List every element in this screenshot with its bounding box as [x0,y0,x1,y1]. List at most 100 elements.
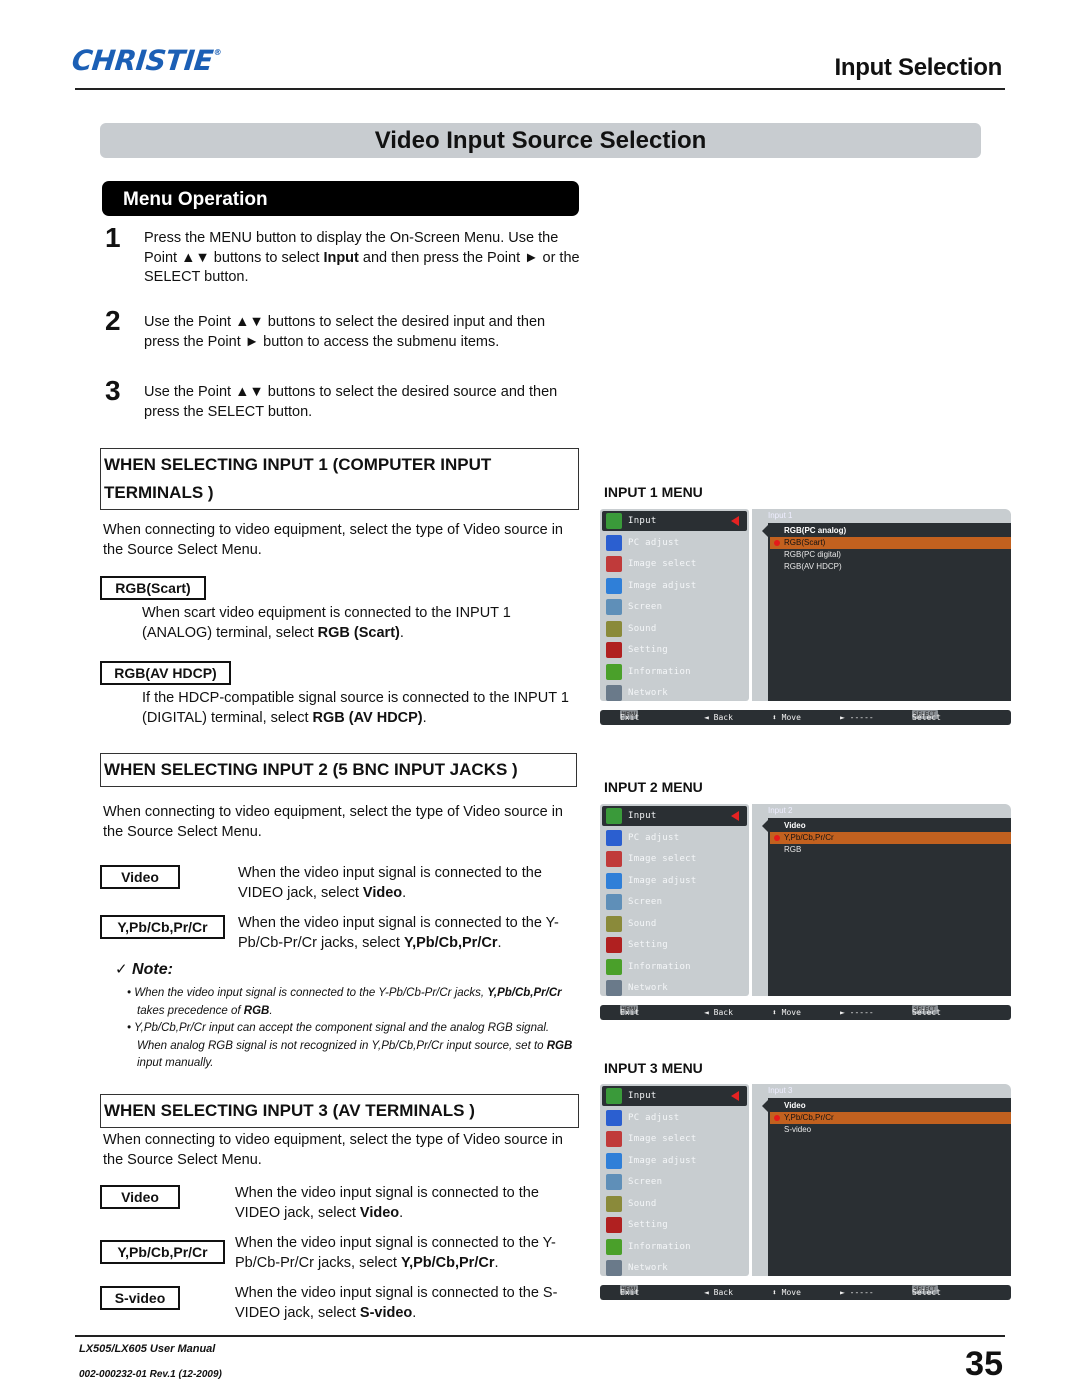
osd-next-hint: ► ----- [840,713,874,722]
osd-menu-item-label: Image adjust [628,580,697,591]
osd-submenu: Video Y,Pb/Cb,Pr/Cr S-video [768,1098,1011,1276]
setting-icon [606,642,622,658]
network-icon [606,980,622,996]
option-description: If the HDCP-compatible signal source is … [142,690,569,726]
osd-move-hint: ⬍ Move [772,1008,801,1017]
osd-menu-item-screen[interactable]: Screen [602,892,747,912]
option-tag-rgb-av-hdcp: RGB(AV HDCP) [100,661,231,685]
logo-text: CHRISTIE [70,44,215,77]
osd-menu-item-information[interactable]: Information [602,957,747,977]
osd-menu-item-label: Input [628,811,657,821]
osd-menu-item-image-adjust[interactable]: Image adjust [602,1151,747,1171]
osd-menu-item-label: Screen [628,1177,663,1187]
osd-menu: Input PC adjust Image select Image adjust Sc… [600,804,1011,1020]
osd-move-hint: ⬍ Move [772,713,801,722]
osd-frame [752,509,768,701]
osd-menu-item-sound[interactable]: Sound [602,1194,747,1214]
osd-menu-item-information[interactable]: Information [602,1237,747,1257]
page-header-title: Input Selection [834,54,1002,81]
osd-source-option[interactable]: RGB(Scart) [770,537,1011,549]
osd-back-hint: ◄ Back [704,713,733,722]
osd-menu-item-network[interactable]: Network [602,683,747,703]
document-revision: 002-000232-01 Rev.1 (12-2009) [79,1369,222,1380]
osd-menu-item-information[interactable]: Information [602,662,747,682]
osd-menu-item-label: Screen [628,897,663,907]
image-select-icon [606,851,622,867]
header-divider [75,88,1005,90]
osd-menu-item-setting[interactable]: Setting [602,640,747,660]
osd-menu-item-label: Screen [628,602,663,612]
osd-select-label: Select [912,713,941,722]
osd-select-label: Select [912,1008,941,1017]
osd-menu-item-input[interactable]: Input [602,1086,747,1106]
osd-menu-item-image-select[interactable]: Image select [602,849,747,869]
screen-icon [606,1174,622,1190]
step-text: Press the MENU button to display the On-… [144,230,580,285]
option-tag-video: Video [100,865,180,889]
pc-adjust-icon [606,1109,622,1126]
osd-back-hint: ◄ Back [704,1288,733,1297]
osd-menu-item-label: Image adjust [628,875,697,886]
osd-menu-item-sound[interactable]: Sound [602,619,747,639]
osd-menu-item-label: Image select [628,854,697,864]
note-heading: ✓ Note: [115,960,173,979]
option-description: When the video input signal is connected… [235,1235,556,1271]
osd-menu-item-sound[interactable]: Sound [602,914,747,934]
osd-menu-item-screen[interactable]: Screen [602,1172,747,1192]
osd-frame [752,804,768,996]
image-adjust-icon [606,872,622,889]
osd-footer-bar: MENU Exit ◄ Back ⬍ Move ► ----- SELECT Select [600,1005,1011,1020]
submenu-pointer-icon [762,525,768,537]
osd-menu: Input PC adjust Image select Image adjust Sc… [600,509,1011,725]
osd-source-option[interactable]: Y,Pb/Cb,Pr/Cr [770,1112,1011,1124]
osd-source-option[interactable]: RGB(AV HDCP) [768,561,1011,573]
osd-source-option[interactable]: Y,Pb/Cb,Pr/Cr [770,832,1011,844]
osd-menu-item-label: Input [628,1091,657,1101]
image-select-icon [606,556,622,572]
osd-menu-item-image-select[interactable]: Image select [602,554,747,574]
osd-source-option[interactable]: RGB [768,844,1011,856]
osd-source-option[interactable]: RGB(PC digital) [768,549,1011,561]
osd-menu-item-pc-adjust[interactable]: PC adjust [602,1108,747,1128]
osd-frame [752,1084,768,1276]
osd-menu-item-setting[interactable]: Setting [602,1215,747,1235]
section-title: Video Input Source Selection [100,123,981,158]
option-tag-video: Video [100,1185,180,1209]
input1-menu-label: INPUT 1 MENU [604,484,703,500]
osd-menu-item-screen[interactable]: Screen [602,597,747,617]
page-number: 35 [965,1345,1003,1383]
osd-submenu: RGB(PC analog) RGB(Scart) RGB(PC digital) R… [768,523,1011,701]
input-icon [606,513,622,529]
osd-source-option[interactable]: RGB(PC analog) [768,525,1011,537]
osd-submenu-title: Input 1 [758,509,1011,523]
step-number: 1 [105,222,121,253]
option-tag-ypbpr: Y,Pb/Cb,Pr/Cr [100,1240,225,1264]
osd-menu-item-pc-adjust[interactable]: PC adjust [602,828,747,848]
osd-menu-item-input[interactable]: Input [602,511,747,531]
setting-icon [606,1217,622,1233]
osd-menu-item-setting[interactable]: Setting [602,935,747,955]
osd-source-option[interactable]: Video [768,820,1011,832]
osd-source-option[interactable]: S-video [768,1124,1011,1136]
option-description: When the video input signal is connected… [235,1185,539,1221]
pc-adjust-icon [606,534,622,551]
input-icon [606,1088,622,1104]
osd-menu-item-image-select[interactable]: Image select [602,1129,747,1149]
osd-menu-item-image-adjust[interactable]: Image adjust [602,871,747,891]
osd-source-option[interactable]: Video [768,1100,1011,1112]
osd-exit-label: Exit [620,1288,640,1297]
submenu-pointer-icon [762,820,768,832]
osd-menu-item-pc-adjust[interactable]: PC adjust [602,533,747,553]
osd-menu-item-network[interactable]: Network [602,978,747,998]
osd-menu-item-image-adjust[interactable]: Image adjust [602,576,747,596]
osd-menu-item-label: Setting [628,1220,669,1230]
sound-icon [606,915,622,932]
menu-operation-heading: Menu Operation [102,181,579,216]
option-tag-s-video: S-video [100,1286,180,1310]
manual-title: LX505/LX605 User Manual [79,1343,216,1355]
osd-menu-item-label: Sound [628,1198,657,1209]
osd-menu-item-label: Network [628,983,669,993]
osd-menu-item-label: Image adjust [628,1155,697,1166]
osd-menu-item-input[interactable]: Input [602,806,747,826]
osd-menu-item-network[interactable]: Network [602,1258,747,1278]
